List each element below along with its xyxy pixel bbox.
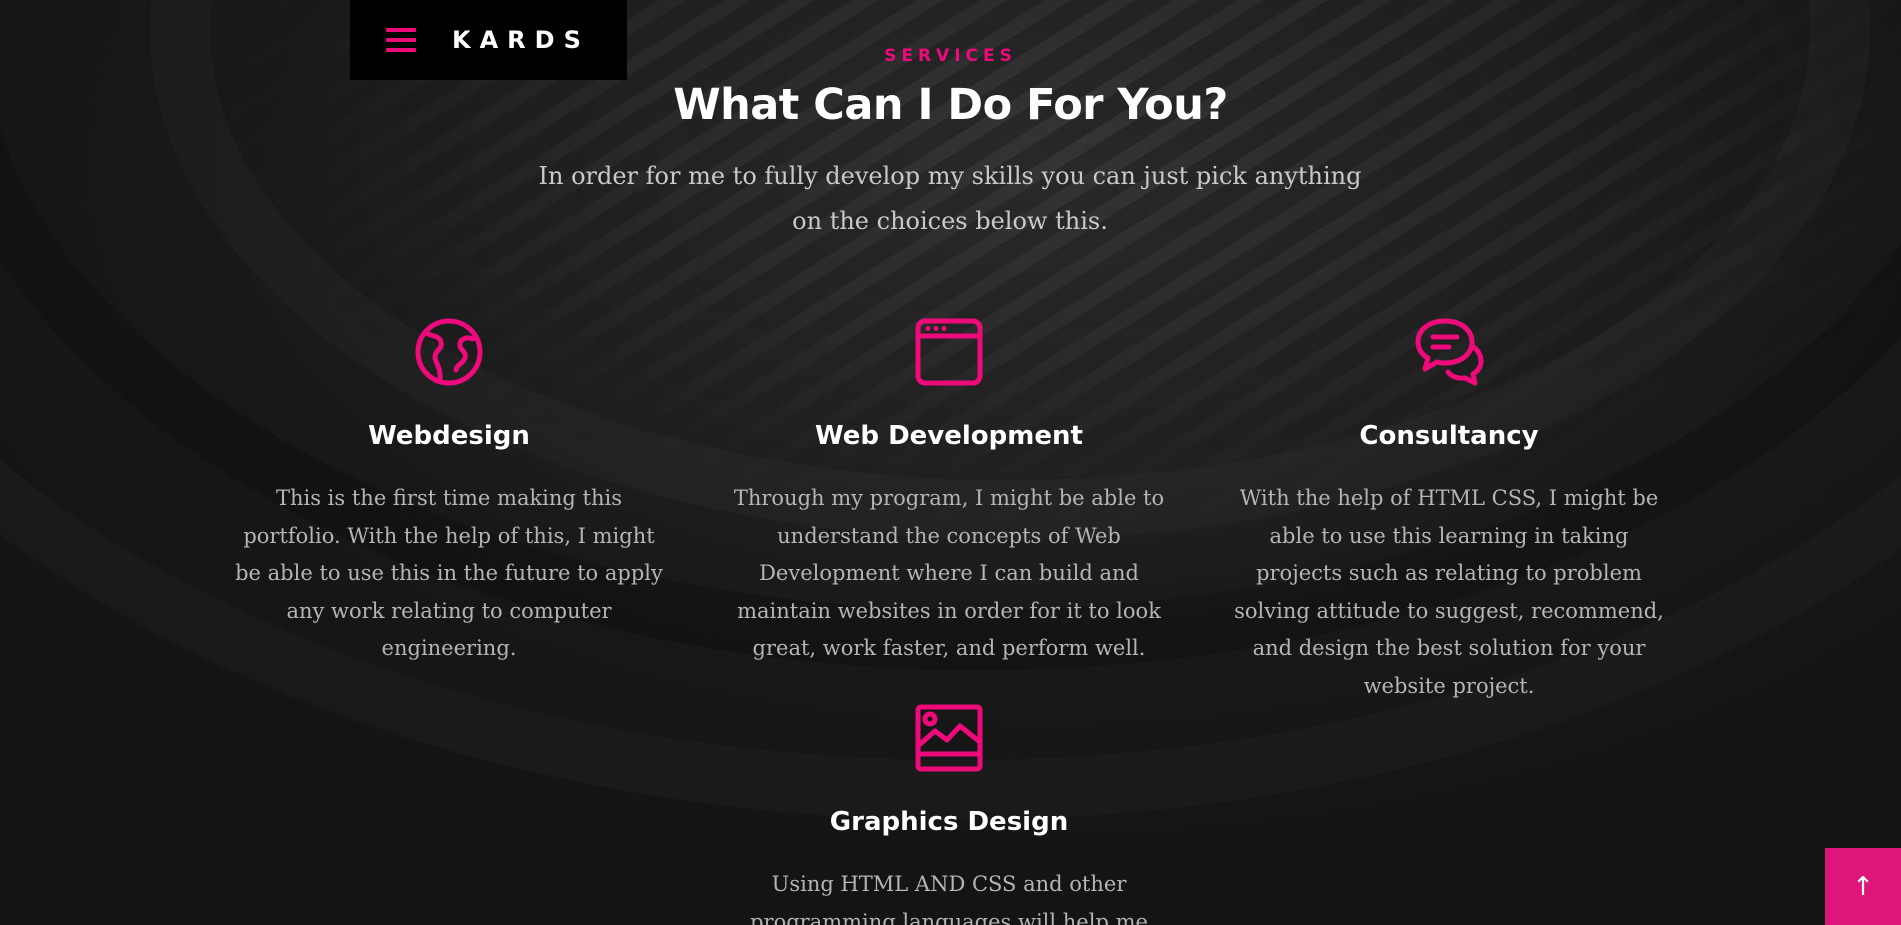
site-header: KARDS [350, 0, 627, 80]
service-title: Consultancy [1359, 421, 1539, 451]
service-description: Through my program, I might be able to u… [733, 486, 1165, 660]
service-card-webdesign: Webdesign This is the first time making … [229, 316, 669, 668]
section-lead: In order for me to fully develop my skil… [538, 162, 1362, 235]
service-title: Graphics Design [829, 807, 1069, 837]
service-description: With the help of HTML CSS, I might be ab… [1234, 486, 1664, 698]
image-icon [915, 704, 983, 772]
arrow-up-icon: ↑ [1852, 871, 1874, 902]
service-card-graphics-design: Graphics Design Using HTML AND CSS and o… [729, 702, 1169, 925]
service-description: This is the first time making this portf… [235, 486, 663, 660]
globe-icon [415, 318, 483, 386]
service-description: Using HTML AND CSS and other programming… [750, 872, 1148, 925]
service-title: Webdesign [368, 421, 530, 451]
service-card-consultancy: Consultancy With the help of HTML CSS, I… [1229, 316, 1669, 705]
browser-window-icon [915, 318, 983, 386]
section-title: What Can I Do For You? [673, 80, 1228, 130]
service-title: Web Development [815, 421, 1083, 451]
back-to-top-button[interactable]: ↑ [1825, 848, 1901, 925]
service-card-web-development: Web Development Through my program, I mi… [729, 316, 1169, 668]
chat-bubbles-icon [1415, 318, 1484, 386]
section-kicker: SERVICES [884, 46, 1017, 66]
